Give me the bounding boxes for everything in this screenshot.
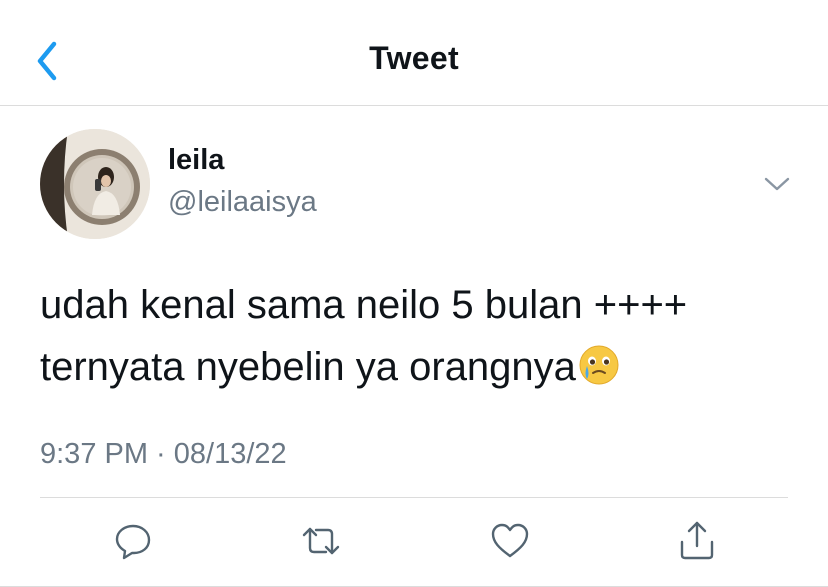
- tweet-text-line: ternyata nyebelin ya orangnya: [40, 336, 800, 398]
- share-icon: [680, 521, 714, 560]
- more-options-button[interactable]: [760, 170, 794, 198]
- tweet-text-line-content: ternyata nyebelin ya orangnya: [40, 345, 576, 389]
- page-title: Tweet: [369, 40, 459, 76]
- tweet-text: udah kenal sama neilo 5 bulan ++++ terny…: [40, 274, 800, 398]
- share-button[interactable]: [674, 518, 720, 564]
- author-display-name[interactable]: leila: [168, 144, 224, 177]
- nav-header: Tweet: [0, 0, 828, 106]
- divider: [40, 497, 788, 498]
- avatar[interactable]: [40, 129, 150, 239]
- reply-button[interactable]: [110, 518, 156, 564]
- author-handle[interactable]: @leilaaisya: [168, 186, 317, 219]
- tweet-timestamp[interactable]: 9:37 PM · 08/13/22: [40, 438, 287, 471]
- avatar-image: [40, 129, 150, 239]
- tweet-text-line: udah kenal sama neilo 5 bulan ++++: [40, 283, 688, 327]
- retweet-icon: [302, 527, 340, 555]
- retweet-button[interactable]: [298, 518, 344, 564]
- face-holding-back-tears-icon: [579, 345, 619, 385]
- reply-icon: [115, 524, 151, 560]
- chevron-down-icon: [764, 177, 790, 191]
- like-icon: [491, 523, 529, 558]
- like-button[interactable]: [487, 518, 533, 564]
